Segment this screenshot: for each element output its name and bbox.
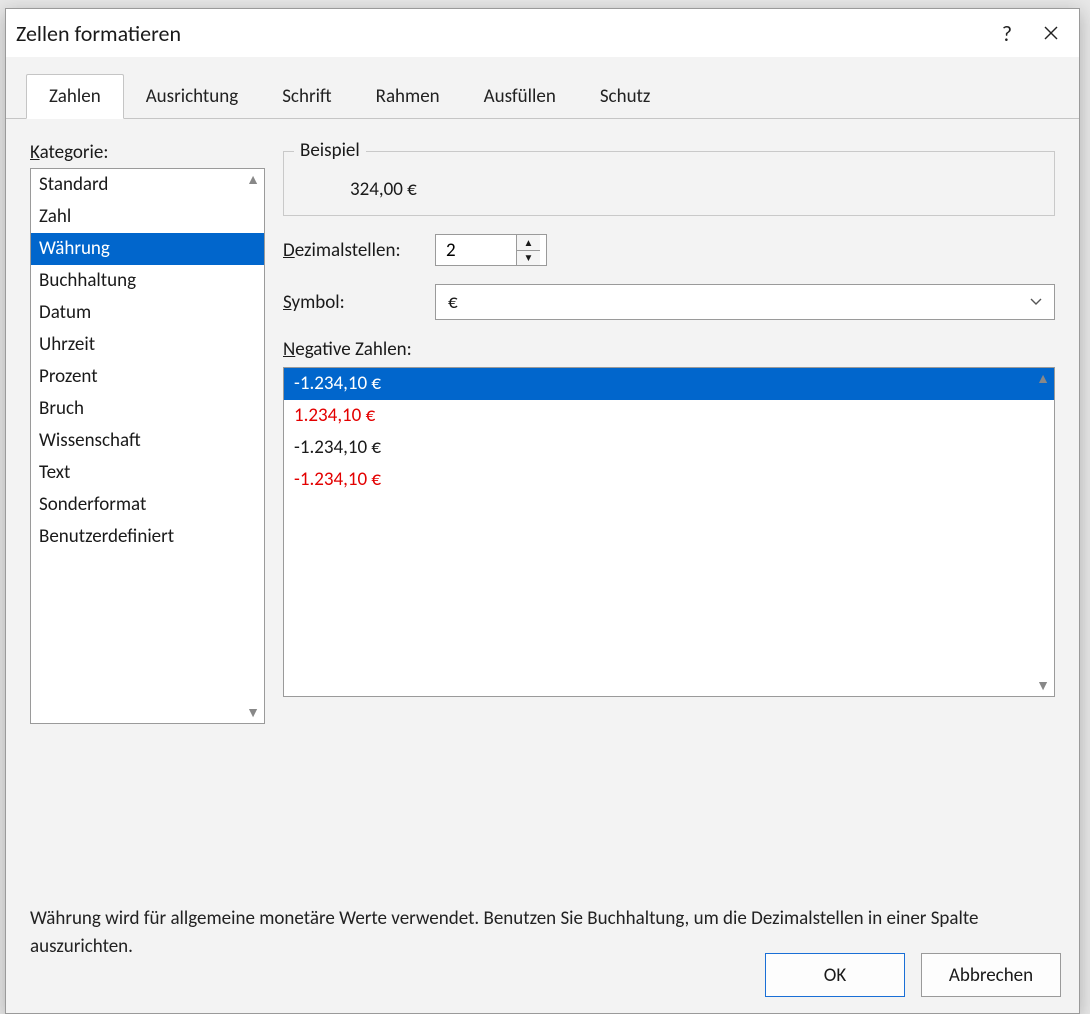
decimals-spinner[interactable]: ▲ ▼	[435, 234, 547, 266]
sample-value: 324,00 €	[300, 178, 1038, 201]
category-item[interactable]: Standard	[31, 169, 264, 201]
category-item[interactable]: Uhrzeit	[31, 329, 264, 361]
close-button[interactable]	[1029, 11, 1073, 55]
tab-zahlen[interactable]: Zahlen	[26, 74, 124, 119]
category-item[interactable]: Buchhaltung	[31, 265, 264, 297]
category-column: Kategorie: ▲ ▼ StandardZahlWährungBuchha…	[30, 141, 265, 724]
decimals-row: Dezimalstellen: ▲ ▼	[283, 234, 1055, 266]
spinner-up[interactable]: ▲	[517, 235, 540, 251]
category-label: Kategorie:	[30, 141, 265, 164]
cancel-button[interactable]: Abbrechen	[921, 953, 1061, 997]
decimals-input[interactable]	[436, 235, 516, 265]
spinner-down[interactable]: ▼	[517, 251, 540, 266]
negative-item[interactable]: -1.234,10 €	[284, 432, 1054, 464]
tab-schrift[interactable]: Schrift	[260, 75, 353, 118]
category-listbox[interactable]: ▲ ▼ StandardZahlWährungBuchhaltungDatumU…	[30, 168, 265, 724]
category-item[interactable]: Bruch	[31, 393, 264, 425]
dialog-buttons: OK Abbrechen	[765, 953, 1061, 997]
settings-column: Beispiel 324,00 € Dezimalstellen: ▲ ▼ Sy…	[283, 141, 1055, 724]
category-item[interactable]: Prozent	[31, 361, 264, 393]
dialog-title: Zellen formatieren	[16, 20, 985, 47]
decimals-label: Dezimalstellen:	[283, 239, 425, 262]
negative-item[interactable]: -1.234,10 €	[284, 464, 1054, 496]
sample-label: Beispiel	[294, 139, 366, 162]
symbol-label: Symbol:	[283, 291, 425, 314]
negative-item[interactable]: -1.234,10 €	[284, 368, 1054, 400]
titlebar: Zellen formatieren ?	[6, 9, 1079, 57]
category-item[interactable]: Währung	[31, 233, 264, 265]
symbol-row: Symbol: €	[283, 284, 1055, 320]
category-description: Währung wird für allgemeine monetäre Wer…	[6, 879, 1079, 961]
tab-row: Zahlen Ausrichtung Schrift Rahmen Ausfül…	[6, 57, 1079, 119]
help-button[interactable]: ?	[985, 11, 1029, 55]
tab-schutz[interactable]: Schutz	[578, 75, 673, 118]
ok-button[interactable]: OK	[765, 953, 905, 997]
chevron-down-icon	[1018, 297, 1054, 307]
tab-rahmen[interactable]: Rahmen	[354, 75, 462, 118]
category-item[interactable]: Sonderformat	[31, 489, 264, 521]
category-item[interactable]: Text	[31, 457, 264, 489]
negative-label: Negative Zahlen:	[283, 338, 1055, 361]
category-item[interactable]: Wissenschaft	[31, 425, 264, 457]
symbol-value: €	[436, 291, 1018, 314]
tab-ausrichtung[interactable]: Ausrichtung	[124, 75, 261, 118]
close-icon	[1044, 26, 1058, 40]
negative-item[interactable]: 1.234,10 €	[284, 400, 1054, 432]
scroll-down-icon: ▼	[244, 704, 262, 721]
format-cells-dialog: Zellen formatieren ? Zahlen Ausrichtung …	[5, 8, 1080, 1014]
negative-listbox[interactable]: ▲ ▼ -1.234,10 €1.234,10 €-1.234,10 €-1.2…	[283, 367, 1055, 697]
spinner-arrows: ▲ ▼	[516, 235, 540, 265]
scroll-down-icon: ▼	[1034, 677, 1052, 694]
tab-ausfuellen[interactable]: Ausfüllen	[462, 75, 578, 118]
symbol-combo[interactable]: €	[435, 284, 1055, 320]
category-item[interactable]: Datum	[31, 297, 264, 329]
tab-content: Kategorie: ▲ ▼ StandardZahlWährungBuchha…	[6, 119, 1079, 879]
sample-group: Beispiel 324,00 €	[283, 151, 1055, 216]
category-item[interactable]: Benutzerdefiniert	[31, 521, 264, 553]
category-item[interactable]: Zahl	[31, 201, 264, 233]
